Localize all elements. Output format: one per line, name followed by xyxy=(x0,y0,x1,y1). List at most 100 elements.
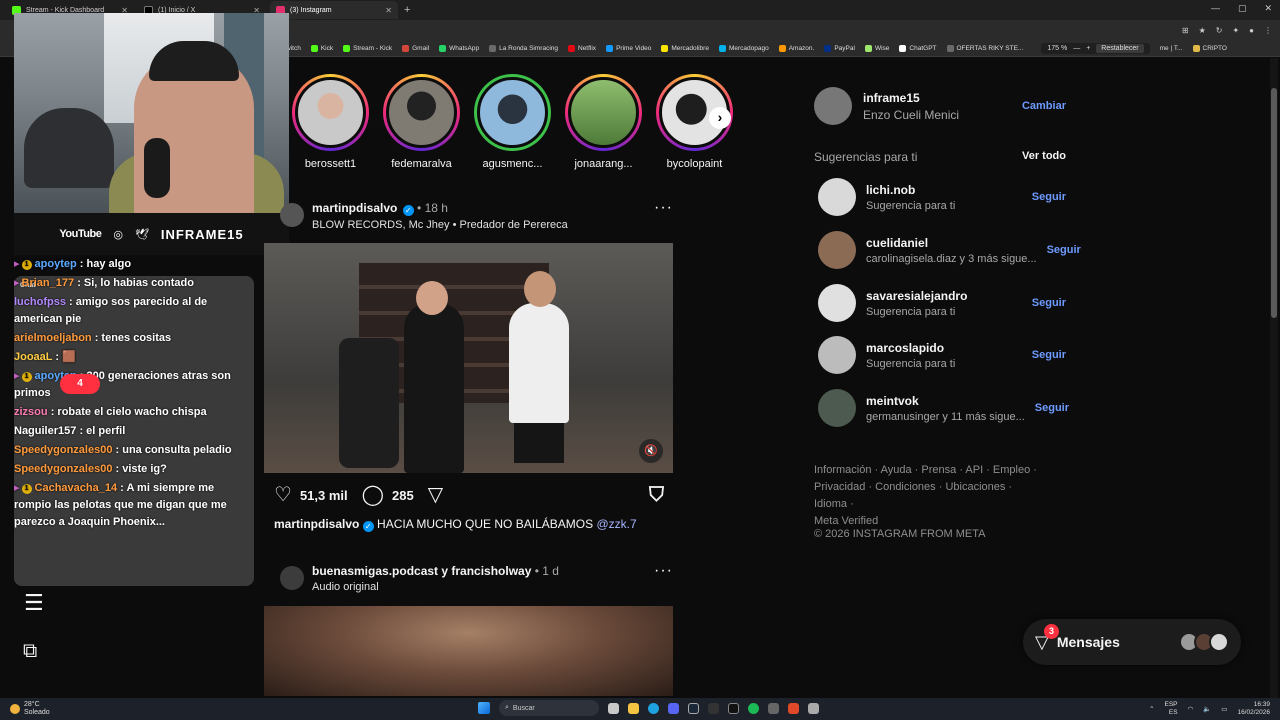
bookmark-item[interactable]: Mercadopago xyxy=(718,44,769,52)
volume-icon[interactable]: 🔈 xyxy=(1203,705,1211,713)
follow-button[interactable]: Seguir xyxy=(1035,402,1069,414)
bookmark-item[interactable]: La Ronda Simracing xyxy=(489,44,558,52)
battery-icon[interactable]: ▭ xyxy=(1221,705,1227,713)
heart-icon[interactable]: ♡ xyxy=(274,485,292,505)
menu-icon[interactable]: ⋮ xyxy=(1264,26,1272,35)
tab-instagram[interactable]: (3) Instagram ✕ xyxy=(270,1,398,19)
steam-icon[interactable] xyxy=(688,702,699,714)
app-icon[interactable] xyxy=(728,702,739,714)
like-count[interactable]: 51,3 mil xyxy=(300,488,348,503)
share-icon[interactable]: ▽ xyxy=(428,485,443,505)
suggestion-avatar[interactable] xyxy=(818,389,856,427)
follow-button[interactable]: Seguir xyxy=(1032,297,1066,309)
new-tab-icon[interactable]: + xyxy=(404,4,410,16)
mute-icon[interactable]: 🔇 xyxy=(639,439,663,463)
refresh-icon[interactable]: ↻ xyxy=(1216,26,1223,35)
bookmark-item[interactable]: Amazon. xyxy=(778,44,814,52)
see-all-button[interactable]: Ver todo xyxy=(1022,150,1066,164)
star-icon[interactable]: ★ xyxy=(1199,26,1206,35)
taskbar-search[interactable]: ⌕ Buscar xyxy=(499,700,599,716)
suggestion-avatar[interactable] xyxy=(818,231,856,269)
follow-button[interactable]: Seguir xyxy=(1032,191,1066,203)
bookmark-item[interactable]: Netflix xyxy=(568,44,596,52)
post-video[interactable]: 🔇 xyxy=(264,243,673,473)
suggestion-username[interactable]: savaresialejandro xyxy=(866,289,967,303)
extensions-icon[interactable]: ✦ xyxy=(1232,26,1239,35)
weather-widget[interactable]: 28°C Soleado xyxy=(0,701,50,717)
chevron-up-icon[interactable]: ⌃ xyxy=(1149,705,1154,713)
more-options-icon[interactable]: ··· xyxy=(654,563,673,579)
apps-grid-icon[interactable]: ⧉ xyxy=(23,640,37,663)
chevron-right-icon[interactable]: › xyxy=(709,107,731,129)
app-icon[interactable] xyxy=(708,702,719,714)
comment-count[interactable]: 285 xyxy=(392,488,414,503)
account-username[interactable]: inframe15 xyxy=(863,91,959,105)
suggestion-username[interactable]: lichi.nob xyxy=(866,183,955,197)
bookmark-item[interactable]: Wise xyxy=(864,44,889,52)
profile-icon[interactable]: ● xyxy=(1249,26,1254,35)
app-icon[interactable] xyxy=(768,702,779,714)
suggestion-username[interactable]: marcoslapido xyxy=(866,341,955,355)
follow-button[interactable]: Seguir xyxy=(1032,349,1066,361)
zoom-reset-button[interactable]: Restablecer xyxy=(1096,43,1144,53)
bookmark-item[interactable]: Kick xyxy=(310,44,333,52)
bookmark-item[interactable]: OFERTAS RIKY STE... xyxy=(946,44,1023,52)
bookmark-item[interactable]: me | T... xyxy=(1160,45,1183,52)
switch-account-button[interactable]: Cambiar xyxy=(1022,100,1066,112)
comment-icon[interactable]: ◯ xyxy=(362,485,384,505)
file-explorer-icon[interactable] xyxy=(628,702,639,714)
zoom-in-button[interactable]: + xyxy=(1086,45,1090,52)
more-options-icon[interactable]: ··· xyxy=(654,200,673,216)
maximize-icon[interactable]: ▢ xyxy=(1238,3,1247,14)
bookmark-item[interactable]: Mercadolibre xyxy=(661,44,709,52)
zoom-out-button[interactable]: — xyxy=(1073,45,1080,52)
story-item[interactable]: agusmenc... xyxy=(474,74,551,170)
story-item[interactable]: jonaarang... xyxy=(565,74,642,170)
suggestion-username[interactable]: cuelidaniel xyxy=(866,236,1037,250)
suggestion-avatar[interactable] xyxy=(818,178,856,216)
scrollbar-thumb[interactable] xyxy=(1271,88,1277,318)
close-window-icon[interactable]: ✕ xyxy=(1264,3,1272,14)
post-author-avatar[interactable] xyxy=(280,566,304,590)
bookmark-item[interactable]: Gmail xyxy=(402,44,429,52)
language-indicator[interactable]: ESP ES xyxy=(1165,701,1178,717)
footer-links-row[interactable]: Privacidad · Condiciones · Ubicaciones ·… xyxy=(814,479,1044,513)
spotify-icon[interactable] xyxy=(748,702,759,714)
extension-icon[interactable]: ⊞ xyxy=(1182,26,1189,35)
bookmark-item[interactable]: Stream - Kick xyxy=(343,44,392,52)
suggestion-username[interactable]: meintvok xyxy=(866,394,1025,408)
caption-mention[interactable]: @zzk.7 xyxy=(596,517,636,531)
suggestion-avatar[interactable] xyxy=(818,336,856,374)
bookmark-item[interactable]: PayPal xyxy=(824,44,855,52)
story-item[interactable]: fedemaralva xyxy=(383,74,460,170)
post-audio[interactable]: Audio original xyxy=(312,581,559,593)
caption-author[interactable]: martinpdisalvo xyxy=(274,517,359,531)
wifi-icon[interactable]: ◠ xyxy=(1188,705,1194,713)
bookmark-item[interactable]: CRIPTO xyxy=(1192,44,1227,52)
account-avatar[interactable] xyxy=(814,87,852,125)
footer-links-row[interactable]: Información · Ayuda · Prensa · API · Emp… xyxy=(814,462,1044,479)
hamburger-menu-icon[interactable]: ☰ xyxy=(24,590,44,616)
post-author[interactable]: buenasmigas.podcast y francisholway xyxy=(312,564,531,578)
app-icon[interactable] xyxy=(808,702,819,714)
messages-button[interactable]: ▽ 3 Mensajes xyxy=(1023,619,1241,665)
post-video[interactable] xyxy=(264,606,673,696)
story-item[interactable]: berossett1 xyxy=(292,74,369,170)
suggestion-avatar[interactable] xyxy=(818,284,856,322)
post-author[interactable]: martinpdisalvo xyxy=(312,201,397,215)
obs-icon[interactable] xyxy=(788,702,799,714)
bookmark-item[interactable]: WhatsApp xyxy=(439,44,479,52)
bookmark-icon[interactable]: ⛉ xyxy=(649,485,664,505)
task-view-icon[interactable] xyxy=(608,702,619,714)
minimize-icon[interactable]: — xyxy=(1211,3,1220,14)
discord-icon[interactable] xyxy=(668,702,679,714)
windows-start-icon[interactable] xyxy=(478,702,490,714)
post-author-avatar[interactable] xyxy=(280,203,304,227)
clock[interactable]: 16:39 16/02/2026 xyxy=(1237,701,1270,717)
post-audio[interactable]: BLOW RECORDS, Mc Jhey • Predador de Pere… xyxy=(312,219,568,231)
close-tab-icon[interactable]: ✕ xyxy=(385,6,392,15)
follow-button[interactable]: Seguir xyxy=(1047,244,1081,256)
page-scrollbar[interactable] xyxy=(1270,58,1278,698)
bookmark-item[interactable]: ChatGPT xyxy=(899,44,937,52)
edge-icon[interactable] xyxy=(648,702,659,714)
